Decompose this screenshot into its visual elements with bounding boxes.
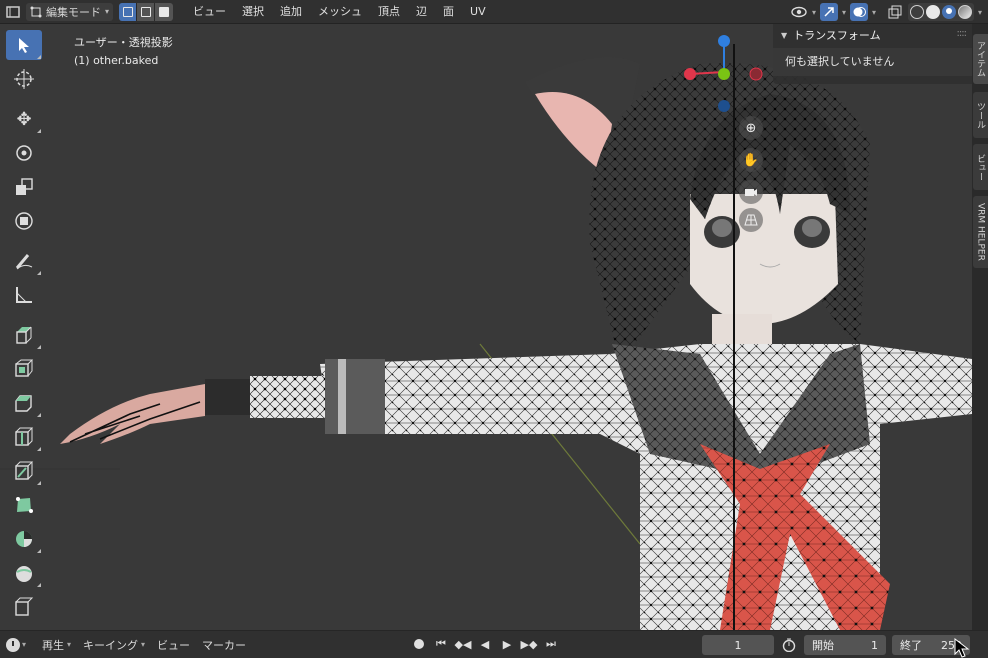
viewport-info: ユーザー・透視投影 (1) other.baked — [74, 34, 173, 70]
object-name: (1) other.baked — [74, 54, 159, 67]
edge-select-button[interactable] — [137, 2, 156, 21]
keying-menu[interactable]: キーイング ▾ — [77, 637, 151, 653]
header-right-controls: ▾ ▾ ▾ ▾ — [790, 0, 988, 24]
timeline-view-menu[interactable]: ビュー — [151, 637, 196, 653]
shading-mode-group — [907, 3, 974, 21]
chevron-down-icon: ▾ — [105, 7, 110, 16]
rendered-shading-icon[interactable] — [957, 5, 972, 19]
transform-icon[interactable] — [6, 206, 42, 236]
menu-view[interactable]: ビュー — [185, 0, 234, 24]
scale-icon[interactable] — [6, 172, 42, 202]
zoom-icon[interactable]: ⊕ — [739, 116, 763, 140]
viewport-header: 編集モード ▾ ビュー 選択 追加 メッシュ 頂点 辺 面 UV ▾ ▾ ▾ ▾ — [0, 0, 988, 24]
menu-select[interactable]: 選択 — [234, 0, 272, 24]
transform-title: トランスフォーム — [793, 29, 881, 42]
jump-start-icon[interactable]: ⏮ — [432, 635, 450, 653]
play-icon[interactable]: ▶ — [498, 635, 516, 653]
current-frame-field[interactable]: 1 — [702, 635, 774, 655]
edge-slide-icon[interactable] — [6, 592, 42, 622]
chevron-down-icon: ▾ — [22, 640, 27, 649]
clock-icon — [6, 637, 20, 652]
chevron-down-icon[interactable]: ▾ — [978, 8, 982, 17]
next-keyframe-icon[interactable]: ▶◆ — [520, 635, 538, 653]
menu-add[interactable]: 追加 — [272, 0, 310, 24]
record-icon[interactable] — [410, 635, 428, 653]
measure-icon[interactable] — [6, 280, 42, 310]
gizmo-toggle-icon[interactable] — [819, 3, 838, 21]
menu-vertex[interactable]: 頂点 — [370, 0, 408, 24]
tab-tool[interactable]: ツール — [973, 92, 988, 138]
timeline-editor-type[interactable]: ▾ — [6, 636, 36, 654]
mode-selector[interactable]: 編集モード ▾ — [26, 2, 114, 21]
material-shading-icon[interactable] — [941, 5, 956, 19]
perspective-grid-icon[interactable] — [739, 208, 763, 232]
collapse-triangle-icon[interactable]: ▼ — [781, 24, 787, 48]
vertex-select-button[interactable] — [119, 2, 138, 21]
mode-label: 編集モード — [46, 5, 101, 19]
menu-mesh[interactable]: メッシュ — [310, 0, 370, 24]
wireframe-shading-icon[interactable] — [909, 5, 924, 19]
drag-handle-icon[interactable]: :::: — [957, 28, 968, 39]
nothing-selected-message: 何も選択していません — [773, 48, 972, 76]
marker-menu[interactable]: マーカー — [196, 637, 252, 653]
playback-menu[interactable]: 再生 ▾ — [36, 637, 77, 653]
face — [690, 194, 838, 324]
mouse-cursor-icon — [954, 638, 970, 658]
loop-cut-icon[interactable] — [6, 422, 42, 452]
move-icon[interactable]: ✥ — [6, 104, 42, 134]
chevron-down-icon[interactable]: ▾ — [842, 8, 846, 17]
playback-controls: ⏮ ◆◀ ◀ ▶ ▶◆ ⏭ — [410, 635, 560, 653]
tab-vrm-helper[interactable]: VRM HELPER — [973, 196, 988, 268]
bevel-icon[interactable] — [6, 388, 42, 418]
menu-face[interactable]: 面 — [435, 0, 462, 24]
transform-panel-header[interactable]: ▼ トランスフォーム — [773, 24, 972, 48]
annotate-icon[interactable] — [6, 246, 42, 276]
chevron-down-icon[interactable]: ▾ — [872, 8, 876, 17]
overlays-icon[interactable] — [849, 3, 868, 21]
camera-icon[interactable] — [739, 180, 763, 204]
prev-keyframe-icon[interactable]: ◆◀ — [454, 635, 472, 653]
sidebar-tabs: アイテム ツール ビュー VRM HELPER — [972, 24, 988, 630]
timeline-bar: ▾ 再生 ▾ キーイング ▾ ビュー マーカー ⏮ ◆◀ ◀ ▶ ▶◆ ⏭ 1 開始… — [0, 630, 988, 658]
spin-icon[interactable] — [6, 524, 42, 554]
smooth-icon[interactable] — [6, 558, 42, 588]
tab-view[interactable]: ビュー — [973, 144, 988, 190]
inset-faces-icon[interactable] — [6, 354, 42, 384]
edit-mode-icon — [30, 6, 42, 17]
select-box-icon[interactable] — [6, 30, 42, 60]
tab-item[interactable]: アイテム — [973, 34, 988, 84]
extrude-region-icon[interactable] — [6, 320, 42, 350]
rotate-icon[interactable] — [6, 138, 42, 168]
xray-toggle-icon[interactable] — [886, 3, 904, 21]
sidebar-panel: ▼ トランスフォーム :::: 何も選択していません — [773, 24, 972, 84]
tool-shelf: ✥ — [6, 30, 42, 622]
poly-build-icon[interactable] — [6, 490, 42, 520]
chevron-down-icon[interactable]: ▾ — [812, 8, 816, 17]
visibility-eye-icon[interactable] — [790, 3, 808, 21]
3d-viewport[interactable]: ユーザー・透視投影 (1) other.baked ⊕ ✋ — [0, 24, 972, 630]
solid-shading-icon[interactable] — [925, 5, 940, 19]
view-name: ユーザー・透視投影 — [74, 36, 173, 49]
header-menu: ビュー 選択 追加 メッシュ 頂点 辺 面 UV — [185, 0, 494, 24]
menu-edge[interactable]: 辺 — [408, 0, 435, 24]
start-frame-field[interactable]: 開始 1 — [804, 635, 886, 655]
knife-icon[interactable] — [6, 456, 42, 486]
stopwatch-icon[interactable] — [782, 638, 796, 655]
editor-type-icon[interactable] — [4, 3, 22, 21]
pan-hand-icon[interactable]: ✋ — [739, 148, 763, 172]
cursor-icon[interactable] — [6, 64, 42, 94]
menu-uv[interactable]: UV — [462, 0, 494, 24]
play-reverse-icon[interactable]: ◀ — [476, 635, 494, 653]
face-select-button[interactable] — [155, 2, 174, 21]
select-mode-group — [119, 2, 174, 21]
jump-end-icon[interactable]: ⏭ — [542, 635, 560, 653]
scene-render — [0, 35, 972, 630]
